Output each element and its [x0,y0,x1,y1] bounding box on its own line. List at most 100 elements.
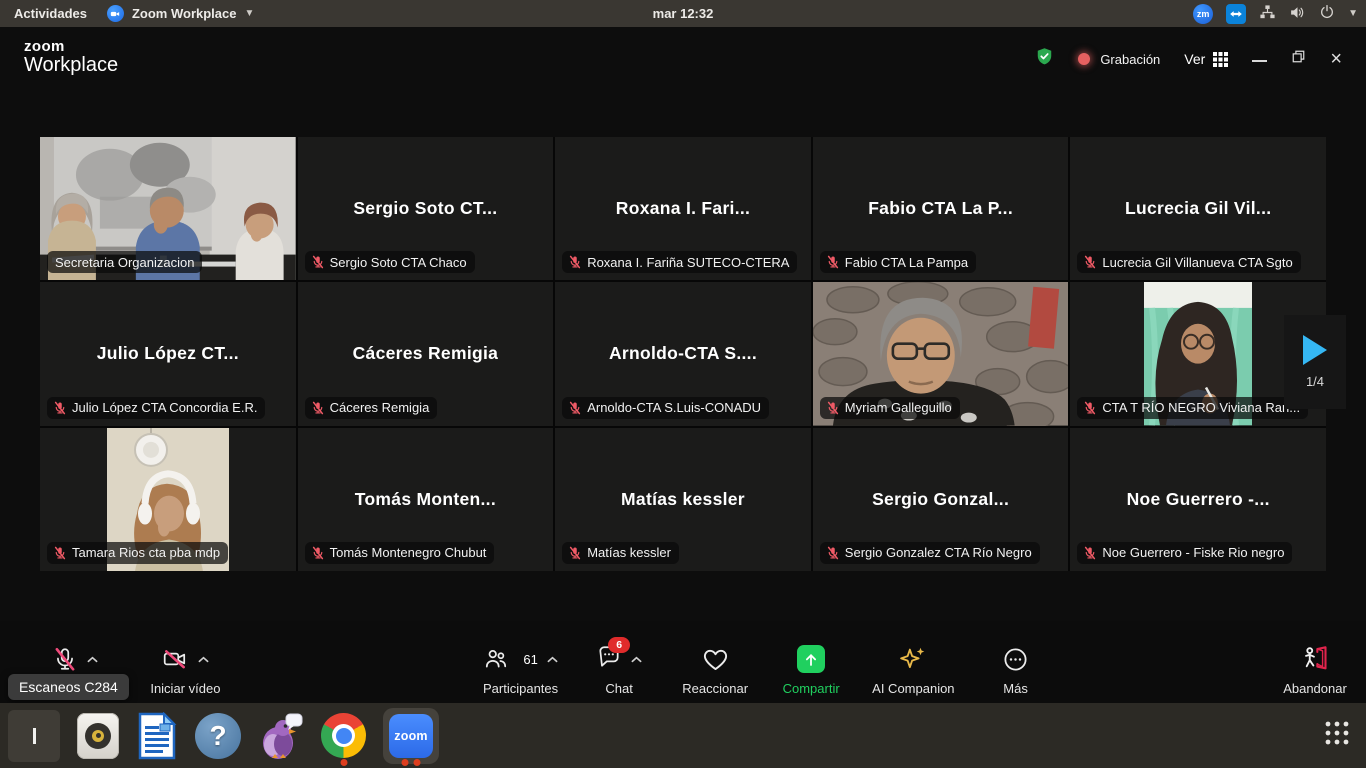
text-cursor-icon [33,728,36,744]
network-icon[interactable] [1259,4,1276,24]
chat-label: Chat [605,681,632,696]
chrome-icon [321,713,366,758]
participant-label: Cáceres Remigia [305,397,438,419]
recording-dot-icon [1078,53,1090,65]
mic-muted-icon [568,401,582,415]
participant-label: Lucrecia Gil Villanueva CTA Sgto [1077,251,1300,273]
teamviewer-tray-icon[interactable] [1226,4,1246,24]
minimize-button[interactable] [1252,60,1267,62]
participant-label: Sergio Gonzalez CTA Río Negro [820,542,1040,564]
participants-gallery: Secretaria Organizacion Sergio Soto CT..… [40,137,1326,571]
mic-muted-icon [1083,255,1097,269]
start-video-label: Iniciar vídeo [150,681,220,696]
more-button[interactable]: Más [981,643,1051,696]
speaker-icon [77,713,119,759]
react-label: Reaccionar [682,681,748,696]
participant-label: Tomás Montenegro Chubut [305,542,495,564]
participant-label: Secretaria Organizacion [47,251,202,273]
participant-tile[interactable]: Matías kessler Matías kessler [555,428,811,571]
zoom-meeting-window: zoom Workplace Grabación Ver × [0,27,1366,703]
participant-tile[interactable]: Sergio Gonzal... Sergio Gonzalez CTA Río… [813,428,1069,571]
chat-unread-badge: 6 [608,637,630,653]
dock-chrome-app[interactable] [321,703,366,768]
participant-tile[interactable]: Julio López CT... Julio López CTA Concor… [40,282,296,425]
participants-button[interactable]: 61 Participantes [483,643,558,696]
running-indicator-dot [414,759,421,766]
mic-device-tooltip: Escaneos C284 [8,674,129,700]
heart-icon [702,646,729,673]
participant-tile-secretaria[interactable]: Secretaria Organizacion [40,137,296,280]
ai-companion-label: AI Companion [872,681,954,696]
dock-pidgin-app[interactable] [258,703,304,768]
zoom-workplace-logo: zoom Workplace [24,39,118,76]
running-indicator-dot [402,759,409,766]
zoom-tray-icon[interactable]: zm [1193,4,1213,24]
document-icon [136,712,178,760]
activities-button[interactable]: Actividades [14,6,87,21]
mic-options-caret-icon[interactable] [87,656,98,663]
participant-label: Matías kessler [562,542,679,564]
participant-tile-tamara[interactable]: Tamara Rios cta pba mdp [40,428,296,571]
meeting-toolbar: Reactivar audio Iniciar vídeo Escaneos C… [0,621,1366,703]
recording-indicator[interactable]: Grabación [1078,52,1160,67]
more-label: Más [1003,681,1028,696]
page-indicator: 1/4 [1306,374,1324,389]
mic-muted-icon [568,546,582,560]
mic-muted-icon [826,401,840,415]
next-page-arrow-icon[interactable] [1303,335,1327,365]
mic-muted-icon [311,401,325,415]
participants-caret-icon[interactable] [547,656,558,663]
system-menu-caret-icon[interactable]: ▼ [1348,8,1358,19]
share-screen-icon [797,645,825,673]
dock-audio-app[interactable] [77,703,119,768]
chat-caret-icon[interactable] [631,656,642,663]
apps-grid-icon [1324,720,1350,746]
dock-zoom-app[interactable]: zoom [383,703,439,768]
participant-label: Myriam Galleguillo [820,397,960,419]
volume-icon[interactable] [1289,4,1306,24]
participant-tile[interactable]: Cáceres Remigia Cáceres Remigia [298,282,554,425]
dock-writer-app[interactable] [136,703,178,768]
mic-muted-icon [1083,546,1097,560]
camera-off-icon [161,646,189,672]
security-shield-icon[interactable] [1035,47,1054,71]
participant-tile[interactable]: Roxana I. Fari... Roxana I. Fariña SUTEC… [555,137,811,280]
leave-meeting-label: Abandonar [1283,681,1347,696]
participant-tile[interactable]: Fabio CTA La P... Fabio CTA La Pampa [813,137,1069,280]
share-screen-button[interactable]: Compartir [776,643,846,696]
participant-tile[interactable]: Noe Guerrero -... Noe Guerrero - Fiske R… [1070,428,1326,571]
power-icon[interactable] [1319,4,1335,23]
start-video-button[interactable]: Iniciar vídeo [150,643,220,696]
show-applications-button[interactable] [1324,720,1350,751]
participant-tile[interactable]: Tomás Monten... Tomás Montenegro Chubut [298,428,554,571]
participant-label: Julio López CTA Concordia E.R. [47,397,265,419]
mic-muted-icon [826,255,840,269]
view-button[interactable]: Ver [1184,51,1228,67]
restore-button[interactable] [1291,49,1306,69]
share-screen-label: Compartir [783,681,840,696]
more-ellipsis-icon [1002,646,1029,673]
participant-tile[interactable]: Arnoldo-CTA S.... Arnoldo-CTA S.Luis-CON… [555,282,811,425]
ai-sparkle-icon [898,644,928,674]
close-button[interactable]: × [1330,49,1342,69]
participants-count: 61 [523,652,537,667]
video-options-caret-icon[interactable] [198,656,209,663]
participant-tile[interactable]: Sergio Soto CT... Sergio Soto CTA Chaco [298,137,554,280]
dock: ? zo [0,703,1366,768]
mic-muted-icon [311,546,325,560]
ai-companion-button[interactable]: AI Companion [872,643,954,696]
participant-tile[interactable]: Lucrecia Gil Vil... Lucrecia Gil Villanu… [1070,137,1326,280]
react-button[interactable]: Reaccionar [680,643,750,696]
participant-label: Sergio Soto CTA Chaco [305,251,475,273]
mic-muted-icon [311,255,325,269]
clock[interactable]: mar 12:32 [653,6,714,21]
dock-help-app[interactable]: ? [195,703,241,768]
dock-window-tile[interactable] [8,703,60,768]
app-menu[interactable]: Zoom Workplace ▼ [107,5,254,22]
participant-label: CTA T RÍO NEGRO Viviana Ran... [1077,397,1308,419]
participant-tile-myriam[interactable]: Myriam Galleguillo [813,282,1069,425]
gallery-next-page[interactable]: 1/4 [1284,315,1346,409]
leave-meeting-button[interactable]: Abandonar [1280,643,1350,696]
chat-button[interactable]: 6 Chat [584,643,654,696]
system-top-bar: Actividades Zoom Workplace ▼ mar 12:32 z… [0,0,1366,27]
